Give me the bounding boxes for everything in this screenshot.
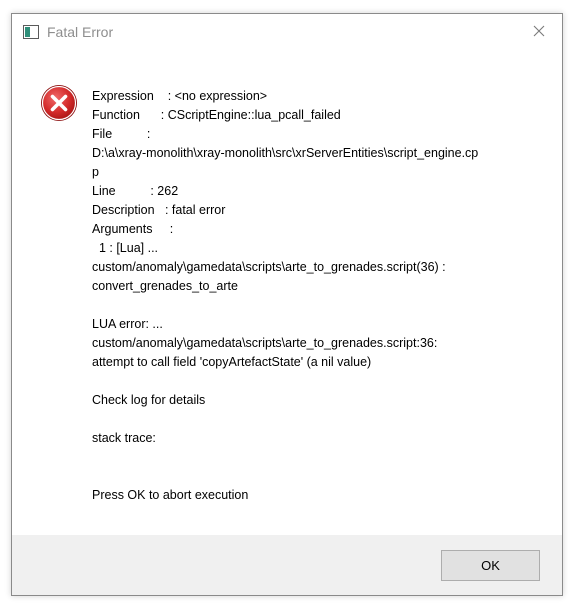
message-line xyxy=(92,448,554,467)
message-line: Arguments : xyxy=(92,222,174,236)
message-line: custom/anomaly\gamedata\scripts\arte_to_… xyxy=(92,260,446,274)
title-bar[interactable]: Fatal Error xyxy=(12,14,562,51)
window-title: Fatal Error xyxy=(47,24,114,40)
message-line: attempt to call field 'copyArtefactState… xyxy=(92,355,372,369)
error-message: Expression : <no expression> Function : … xyxy=(92,87,554,505)
message-line xyxy=(92,467,554,486)
application-window-icon xyxy=(23,25,39,39)
message-line: stack trace: xyxy=(92,431,156,445)
error-x-icon xyxy=(40,84,78,122)
message-line: Line : 262 xyxy=(92,184,179,198)
message-line: custom/anomaly\gamedata\scripts\arte_to_… xyxy=(92,336,438,350)
message-line: D:\a\xray-monolith\xray-monolith\src\xrS… xyxy=(92,146,479,160)
message-line xyxy=(92,372,554,391)
message-line xyxy=(92,410,554,429)
close-icon xyxy=(533,24,545,42)
close-button[interactable] xyxy=(516,14,562,51)
error-dialog-window: Fatal Error Expression : <no expression>… xyxy=(11,13,563,596)
message-line: p xyxy=(92,165,99,179)
message-line: Function : CScriptEngine::lua_pcall_fail… xyxy=(92,108,341,122)
message-line: Check log for details xyxy=(92,393,206,407)
message-line: LUA error: ... xyxy=(92,317,163,331)
message-line: convert_grenades_to_arte xyxy=(92,279,238,293)
message-line: Press OK to abort execution xyxy=(92,488,249,502)
ok-button[interactable]: OK xyxy=(441,550,540,581)
message-line: File : xyxy=(92,127,151,141)
message-line: Expression : <no expression> xyxy=(92,89,268,103)
message-line: 1 : [Lua] ... xyxy=(92,241,159,255)
message-line: Description : fatal error xyxy=(92,203,226,217)
message-line xyxy=(92,296,554,315)
dialog-footer: OK xyxy=(12,535,562,595)
